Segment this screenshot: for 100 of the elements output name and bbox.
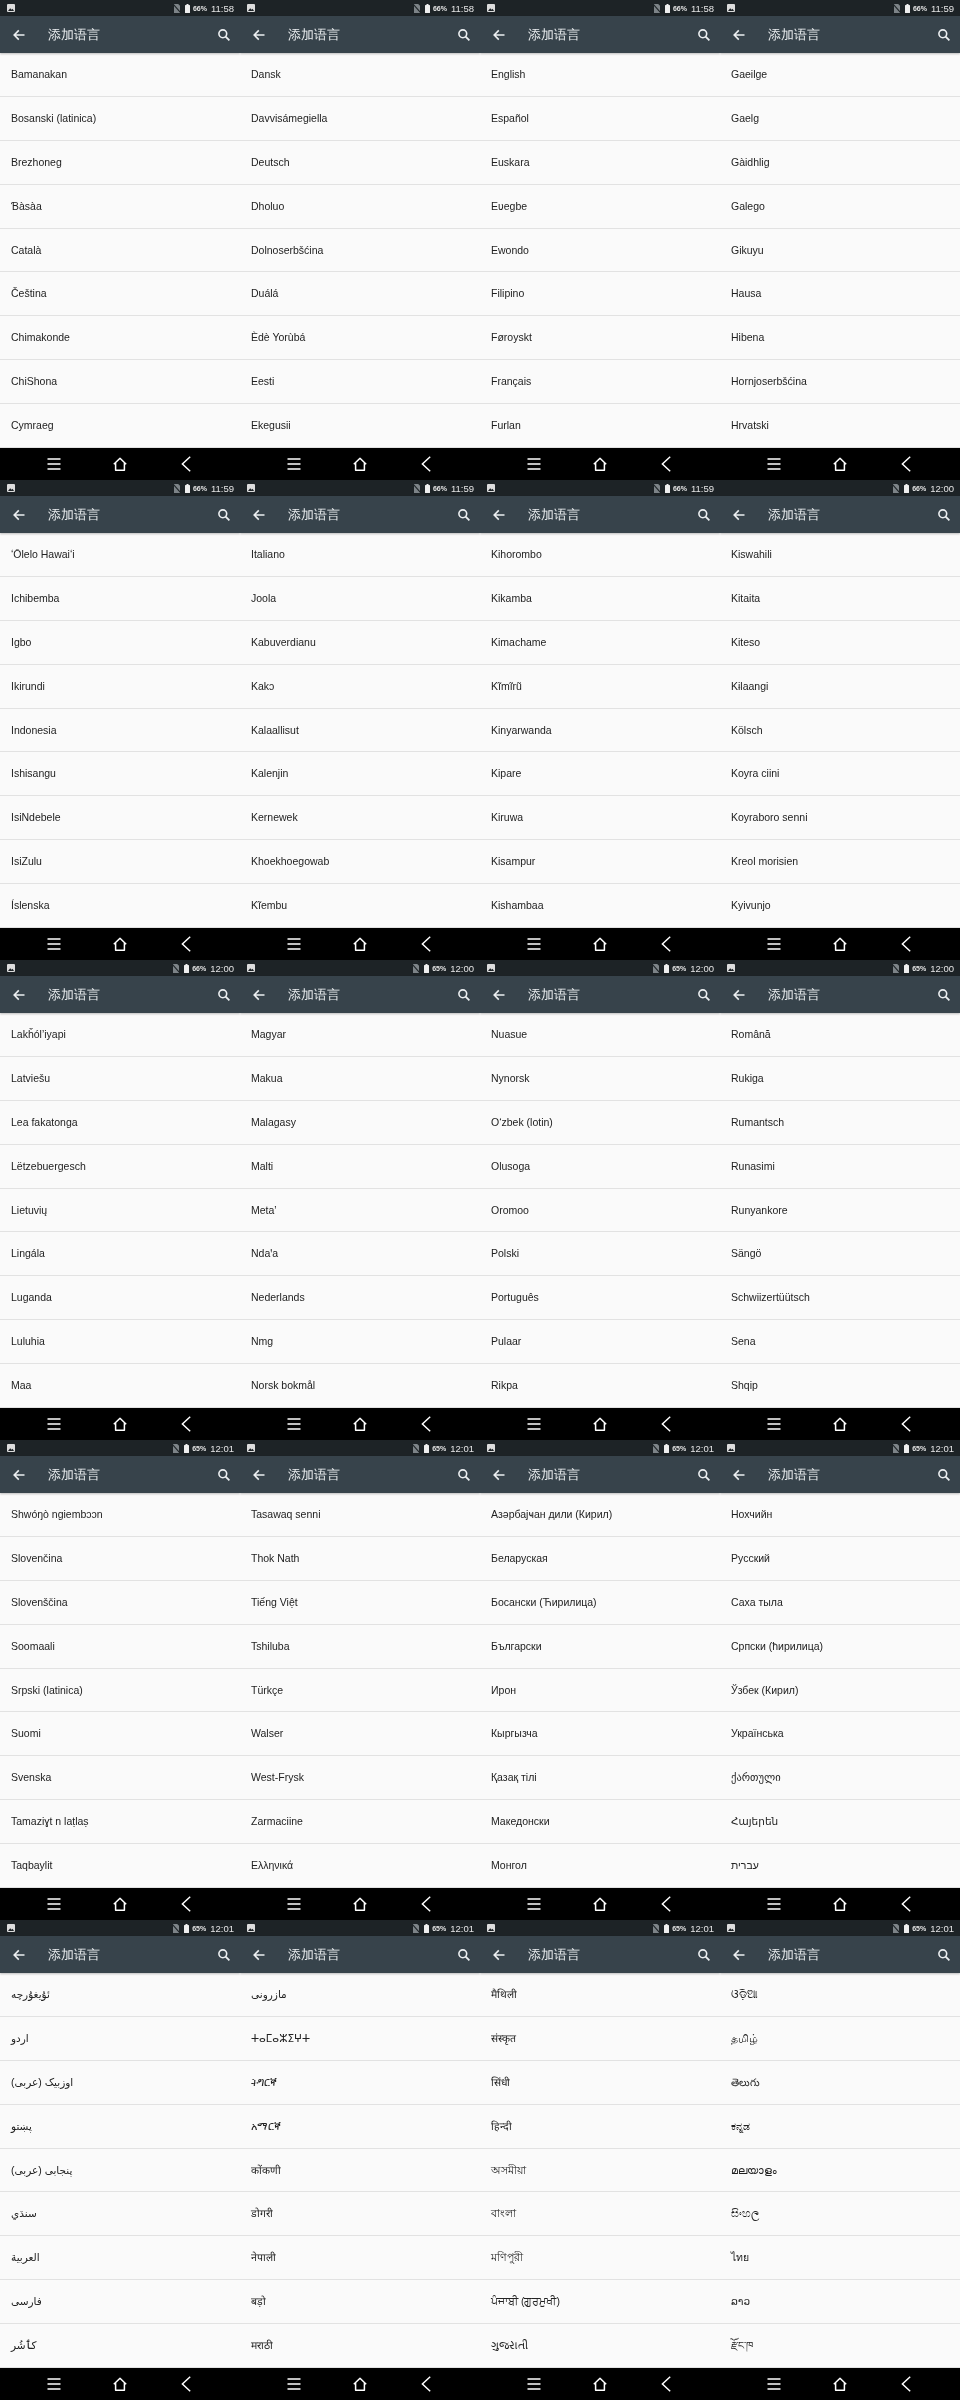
search-icon[interactable] <box>458 28 470 41</box>
house-icon[interactable] <box>353 2377 367 2391</box>
arrow-left-icon[interactable] <box>733 1468 745 1481</box>
language-item[interactable]: ქართული <box>720 1756 960 1801</box>
language-item[interactable]: Hausa <box>720 272 960 317</box>
arrow-left-icon[interactable] <box>13 508 25 521</box>
language-item[interactable]: Galego <box>720 184 960 229</box>
chevron-left-icon[interactable] <box>181 1416 191 1432</box>
chevron-left-icon[interactable] <box>181 2376 191 2392</box>
house-icon[interactable] <box>353 457 367 471</box>
chevron-left-icon[interactable] <box>661 936 671 952</box>
arrow-left-icon[interactable] <box>733 1948 745 1961</box>
language-item[interactable]: Русский <box>720 1536 960 1581</box>
search-icon[interactable] <box>938 28 950 41</box>
house-icon[interactable] <box>113 1417 127 1431</box>
house-icon[interactable] <box>833 457 847 471</box>
language-item[interactable]: ລາວ <box>720 2280 960 2325</box>
house-icon[interactable] <box>353 1897 367 1911</box>
search-icon[interactable] <box>938 1468 950 1481</box>
chevron-left-icon[interactable] <box>421 1416 431 1432</box>
chevron-left-icon[interactable] <box>661 1416 671 1432</box>
house-icon[interactable] <box>833 1417 847 1431</box>
menu-icon[interactable] <box>767 1418 781 1430</box>
chevron-left-icon[interactable] <box>901 2376 911 2392</box>
search-icon[interactable] <box>218 988 230 1001</box>
language-item[interactable]: Sena <box>720 1320 960 1365</box>
search-icon[interactable] <box>938 508 950 521</box>
language-item[interactable]: Gàidhlig <box>720 140 960 185</box>
search-icon[interactable] <box>458 1948 470 1961</box>
house-icon[interactable] <box>833 2377 847 2391</box>
search-icon[interactable] <box>458 508 470 521</box>
language-item[interactable]: ಕನ್ನಡ <box>720 2104 960 2149</box>
language-item[interactable]: Нохчийн <box>720 1493 960 1537</box>
search-icon[interactable] <box>458 988 470 1001</box>
chevron-left-icon[interactable] <box>421 1896 431 1912</box>
house-icon[interactable] <box>593 937 607 951</box>
arrow-left-icon[interactable] <box>253 1468 265 1481</box>
chevron-left-icon[interactable] <box>661 456 671 472</box>
arrow-left-icon[interactable] <box>733 508 745 521</box>
house-icon[interactable] <box>113 457 127 471</box>
language-item[interactable]: தமிழ் <box>720 2016 960 2061</box>
language-item[interactable]: తెలుగు <box>720 2060 960 2105</box>
house-icon[interactable] <box>593 1897 607 1911</box>
arrow-left-icon[interactable] <box>253 508 265 521</box>
chevron-left-icon[interactable] <box>421 2376 431 2392</box>
language-item[interactable]: සිංහල <box>720 2192 960 2237</box>
language-item[interactable]: Koyraboro senni <box>720 796 960 841</box>
language-item[interactable]: ไทย <box>720 2236 960 2281</box>
house-icon[interactable] <box>113 1897 127 1911</box>
chevron-left-icon[interactable] <box>901 1896 911 1912</box>
menu-icon[interactable] <box>527 938 541 950</box>
arrow-left-icon[interactable] <box>13 988 25 1001</box>
search-icon[interactable] <box>938 988 950 1001</box>
language-item[interactable]: Sängö <box>720 1232 960 1277</box>
language-item[interactable]: Հայերեն <box>720 1800 960 1845</box>
search-icon[interactable] <box>698 988 710 1001</box>
language-item[interactable]: Kɨlaangi <box>720 664 960 709</box>
language-item[interactable]: Schwiizertüütsch <box>720 1276 960 1321</box>
chevron-left-icon[interactable] <box>901 1416 911 1432</box>
menu-icon[interactable] <box>767 938 781 950</box>
menu-icon[interactable] <box>287 458 301 470</box>
menu-icon[interactable] <box>767 458 781 470</box>
language-item[interactable]: Kiteso <box>720 620 960 665</box>
menu-icon[interactable] <box>527 1418 541 1430</box>
search-icon[interactable] <box>698 1948 710 1961</box>
menu-icon[interactable] <box>527 1898 541 1910</box>
arrow-left-icon[interactable] <box>493 1468 505 1481</box>
arrow-left-icon[interactable] <box>493 1948 505 1961</box>
language-item[interactable]: Hornjoserbšćina <box>720 360 960 405</box>
language-item[interactable]: Kreol morisien <box>720 840 960 885</box>
arrow-left-icon[interactable] <box>253 1948 265 1961</box>
menu-icon[interactable] <box>47 1418 61 1430</box>
language-item[interactable]: മലയാളം <box>720 2148 960 2193</box>
language-item[interactable]: Rumantsch <box>720 1100 960 1145</box>
house-icon[interactable] <box>833 937 847 951</box>
house-icon[interactable] <box>593 2377 607 2391</box>
chevron-left-icon[interactable] <box>661 2376 671 2392</box>
search-icon[interactable] <box>218 1468 230 1481</box>
chevron-left-icon[interactable] <box>901 456 911 472</box>
language-item[interactable]: Gaelg <box>720 96 960 141</box>
menu-icon[interactable] <box>47 2378 61 2390</box>
chevron-left-icon[interactable] <box>421 456 431 472</box>
arrow-left-icon[interactable] <box>493 508 505 521</box>
language-item[interactable]: Hibena <box>720 316 960 361</box>
menu-icon[interactable] <box>527 458 541 470</box>
arrow-left-icon[interactable] <box>493 28 505 41</box>
house-icon[interactable] <box>113 2377 127 2391</box>
arrow-left-icon[interactable] <box>733 988 745 1001</box>
chevron-left-icon[interactable] <box>181 936 191 952</box>
menu-icon[interactable] <box>527 2378 541 2390</box>
search-icon[interactable] <box>218 1948 230 1961</box>
menu-icon[interactable] <box>767 2378 781 2390</box>
arrow-left-icon[interactable] <box>493 988 505 1001</box>
language-item[interactable]: Rukiga <box>720 1056 960 1101</box>
chevron-left-icon[interactable] <box>181 456 191 472</box>
language-item[interactable]: ଓଡ଼ିଆ <box>720 1973 960 2017</box>
language-item[interactable]: Koyra ciini <box>720 752 960 797</box>
arrow-left-icon[interactable] <box>253 988 265 1001</box>
language-item[interactable]: Ўзбек (Кирил) <box>720 1668 960 1713</box>
language-item[interactable]: Runyankore <box>720 1188 960 1233</box>
